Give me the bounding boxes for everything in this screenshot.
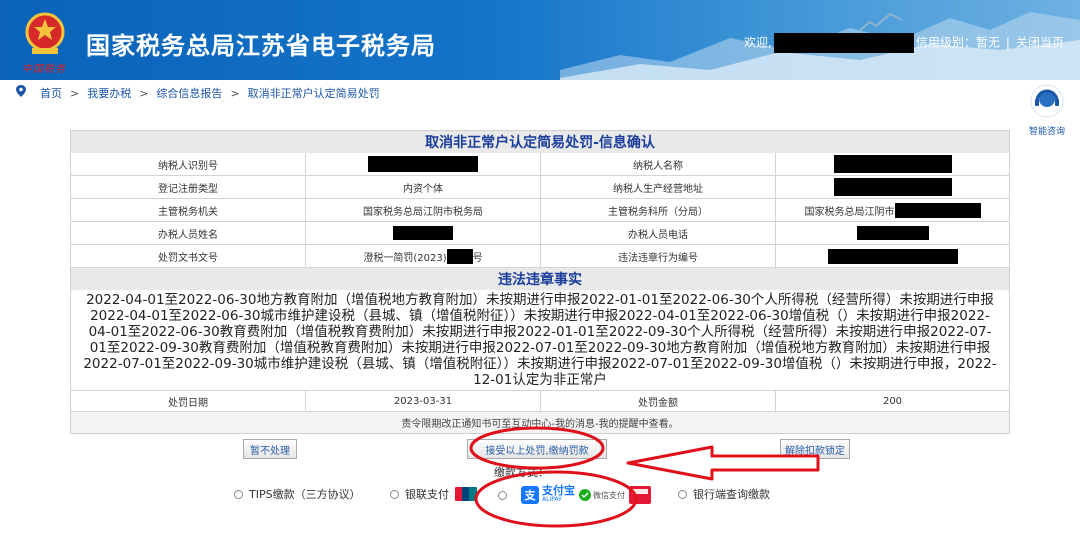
payment-option-tips[interactable]: TIPS缴款（三方协议） xyxy=(234,486,361,502)
breadcrumb-tax-handling[interactable]: 我要办税 xyxy=(87,87,131,100)
location-pin-icon xyxy=(16,85,26,97)
alipay-text: 支付宝 xyxy=(542,484,575,497)
site-header: 中国税务 国家税务总局江苏省电子税务局 欢迎, 信用级别：暂无 | 关闭当页 xyxy=(0,0,1080,80)
violation-section-title: 违法违章事实 xyxy=(71,268,1009,290)
skip-button[interactable]: 暂不处理 xyxy=(243,439,297,459)
credit-level-text: 信用级别：暂无 xyxy=(915,35,1000,50)
redacted-username xyxy=(773,33,914,53)
handler-name-value xyxy=(306,222,541,244)
cloud-quickpass-icon xyxy=(629,486,651,504)
penalty-doc-label: 处罚文书文号 xyxy=(71,245,306,267)
violation-no-value xyxy=(776,245,1009,267)
alipay-wechat-radio[interactable] xyxy=(498,490,507,500)
taxpayer-name-label: 纳税人名称 xyxy=(541,153,776,175)
reg-type-label: 登记注册类型 xyxy=(71,176,306,198)
unionpay-label: 银联支付 xyxy=(405,488,449,501)
handler-phone-label: 办税人员电话 xyxy=(541,222,776,244)
breadcrumb: 首页 > 我要办税 > 综合信息报告 > 取消非正常户认定简易处罚 xyxy=(0,82,1080,102)
wechat-pay-text: 微信支付 xyxy=(593,490,625,500)
smart-consult-label: 智能咨询 xyxy=(1028,127,1065,137)
unionpay-radio[interactable] xyxy=(390,489,399,499)
violation-no-label: 违法违章行为编号 xyxy=(541,245,776,267)
accept-pay-button[interactable]: 接受以上处罚,缴纳罚款 xyxy=(467,439,607,459)
bank-query-label: 银行端查询缴款 xyxy=(693,488,770,501)
taxpayer-id-value xyxy=(306,153,541,175)
form-title: 取消非正常户认定简易处罚-信息确认 xyxy=(71,131,1009,153)
payment-method-label: 缴款方式： xyxy=(494,466,549,479)
tax-authority-label: 主管税务机关 xyxy=(71,199,306,221)
payment-option-unionpay[interactable]: 银联支付 xyxy=(390,486,477,502)
bank-query-radio[interactable] xyxy=(678,489,687,499)
address-label: 纳税人生产经营地址 xyxy=(541,176,776,198)
close-page-link[interactable]: 关闭当页 xyxy=(1016,36,1064,50)
tax-branch-label: 主管税务科所（分局） xyxy=(541,199,776,221)
unlock-deduction-button[interactable]: 解除扣款锁定 xyxy=(780,439,850,459)
tax-authority-value: 国家税务总局江阴市税务局 xyxy=(306,199,541,221)
site-title: 国家税务总局江苏省电子税务局 xyxy=(86,32,436,60)
breadcrumb-current: 取消非正常户认定简易处罚 xyxy=(247,87,380,100)
violation-facts-text: 2022-04-01至2022-06-30地方教育附加（增值税地方教育附加）未按… xyxy=(71,290,1009,391)
svg-text:支: 支 xyxy=(524,488,537,502)
action-buttons: 暂不处理 接受以上处罚,缴纳罚款 解除扣款锁定 xyxy=(70,437,1010,461)
handler-phone-value xyxy=(776,222,1009,244)
penalty-date-label: 处罚日期 xyxy=(71,391,306,411)
payment-option-bank-query[interactable]: 银行端查询缴款 xyxy=(678,486,770,502)
taxpayer-id-label: 纳税人识别号 xyxy=(71,153,306,175)
brand-script-logo: 中国税务 xyxy=(22,64,66,75)
tax-emblem-icon xyxy=(25,12,65,54)
user-bar: 欢迎, 信用级别：暂无 | 关闭当页 xyxy=(744,33,1064,53)
breadcrumb-info-report[interactable]: 综合信息报告 xyxy=(156,87,222,100)
notice-text: 责令限期改正通知书可至互动中心-我的消息-我的提醒中查看。 xyxy=(71,412,1009,433)
payment-option-alipay-wechat[interactable]: 支 支付宝 ALIPAY 微信支付 xyxy=(498,484,651,504)
penalty-amount-label: 处罚金额 xyxy=(541,391,776,411)
penalty-date-value: 2023-03-31 xyxy=(306,391,541,411)
smart-consult-button[interactable]: 智能咨询 xyxy=(1024,84,1070,137)
wechat-pay-icon xyxy=(579,489,591,501)
tax-branch-value: 国家税务总局江阴市 xyxy=(776,199,1009,221)
headset-icon xyxy=(1030,84,1064,118)
welcome-text: 欢迎, xyxy=(744,35,772,50)
tips-label: TIPS缴款（三方协议） xyxy=(249,488,361,501)
penalty-doc-value: 澄税一简罚(2023) 号 xyxy=(306,245,541,267)
info-confirm-form: 取消非正常户认定简易处罚-信息确认 纳税人识别号 纳税人名称 登记注册类型 内资… xyxy=(70,130,1010,434)
penalty-doc-prefix: 澄税一简罚(2023) xyxy=(363,252,447,264)
payment-options: TIPS缴款（三方协议） 银联支付 支 支付宝 ALIPAY 微信支付 银行端查… xyxy=(230,484,850,506)
alipay-icon: 支 xyxy=(521,486,539,504)
reg-type-value: 内资个体 xyxy=(306,176,541,198)
taxpayer-name-value xyxy=(776,153,1009,175)
handler-name-label: 办税人员姓名 xyxy=(71,222,306,244)
unionpay-logo-icon xyxy=(455,487,477,501)
breadcrumb-home[interactable]: 首页 xyxy=(40,87,62,100)
penalty-amount-value: 200 xyxy=(882,395,903,407)
tips-radio[interactable] xyxy=(234,489,243,499)
penalty-doc-suffix: 号 xyxy=(472,252,483,264)
tax-branch-text: 国家税务总局江阴市 xyxy=(804,206,895,218)
address-value xyxy=(776,176,1009,198)
